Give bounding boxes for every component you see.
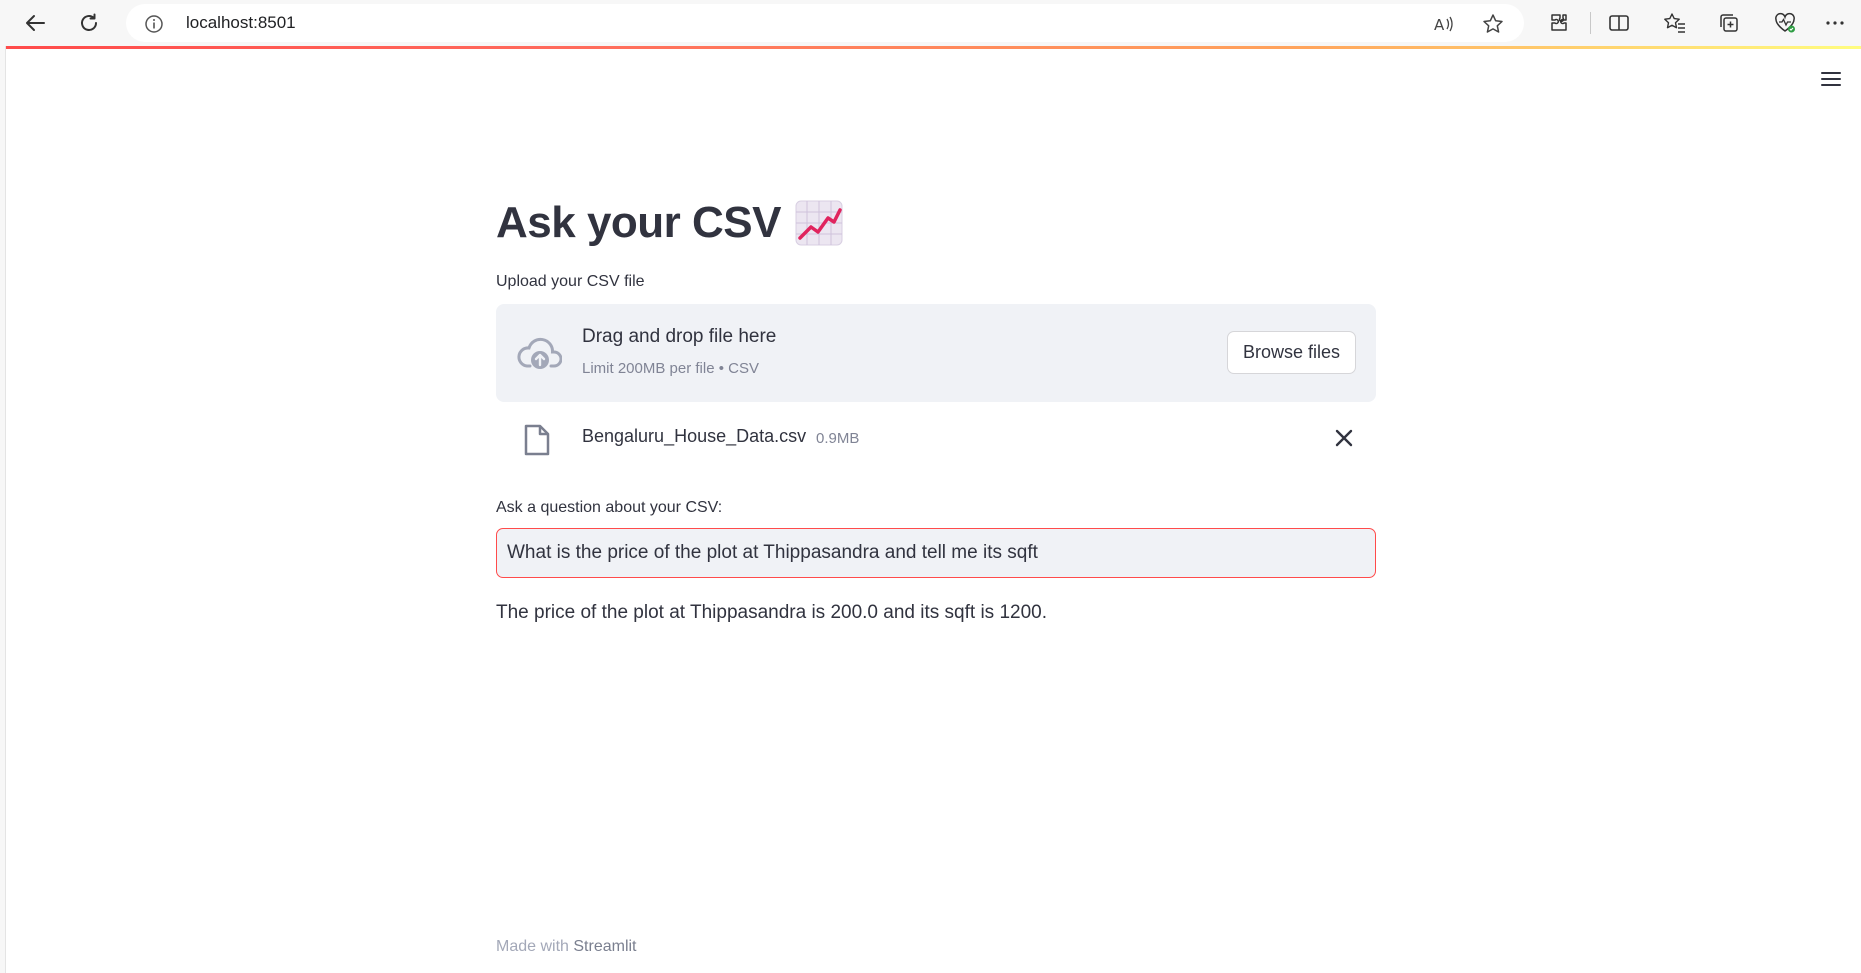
page-title-text: Ask your CSV [496,198,781,247]
browser-toolbar: localhost:8501 A [0,0,1861,46]
question-label: Ask a question about your CSV: [496,499,723,516]
file-dropzone[interactable]: Drag and drop file here Limit 200MB per … [496,304,1376,402]
footer: Made with Streamlit [496,938,637,956]
main-content: Ask your CSV Upload your CSV file Drag a… [496,186,1376,624]
answer-text: The price of the plot at Thippasandra is… [496,602,1047,623]
file-size: 0.9MB [816,430,860,447]
dropzone-instruction: Drag and drop file here [582,326,777,347]
refresh-icon[interactable] [72,6,106,40]
browse-files-button[interactable]: Browse files [1226,331,1356,374]
more-options-icon[interactable] [1822,10,1848,36]
collections-icon[interactable] [1716,10,1742,36]
toolbar-separator [1590,12,1591,34]
uploaded-file: Bengaluru_House_Data.csv 0.9MB [496,402,1376,476]
info-icon[interactable] [144,14,164,34]
remove-file-icon[interactable] [1332,426,1356,450]
split-screen-icon[interactable] [1606,10,1632,36]
address-bar[interactable]: localhost:8501 A [126,4,1524,42]
dropzone-limit: Limit 200MB per file • CSV [582,360,759,377]
streamlit-app: Ask your CSV Upload your CSV file Drag a… [5,46,1861,973]
back-icon[interactable] [18,6,52,40]
favorites-icon[interactable] [1662,10,1688,36]
footer-prefix: Made with [496,938,574,955]
file-icon [524,424,550,456]
cloud-upload-icon [517,337,562,369]
browser-essentials-icon[interactable] [1772,10,1798,36]
chart-increasing-icon [795,200,843,246]
file-name: Bengaluru_House_Data.csv [582,426,807,446]
extensions-icon[interactable] [1546,10,1572,36]
header-decoration [6,46,1861,49]
favorite-star-icon[interactable] [1482,13,1504,35]
read-aloud-icon[interactable]: A [1432,13,1454,35]
page-title: Ask your CSV [496,186,1376,260]
url-text: localhost:8501 [186,13,296,32]
question-input[interactable] [496,528,1376,578]
main-menu-icon[interactable] [1821,68,1847,90]
svg-text:A: A [1434,16,1445,34]
streamlit-link[interactable]: Streamlit [573,938,636,955]
upload-label: Upload your CSV file [496,273,645,290]
